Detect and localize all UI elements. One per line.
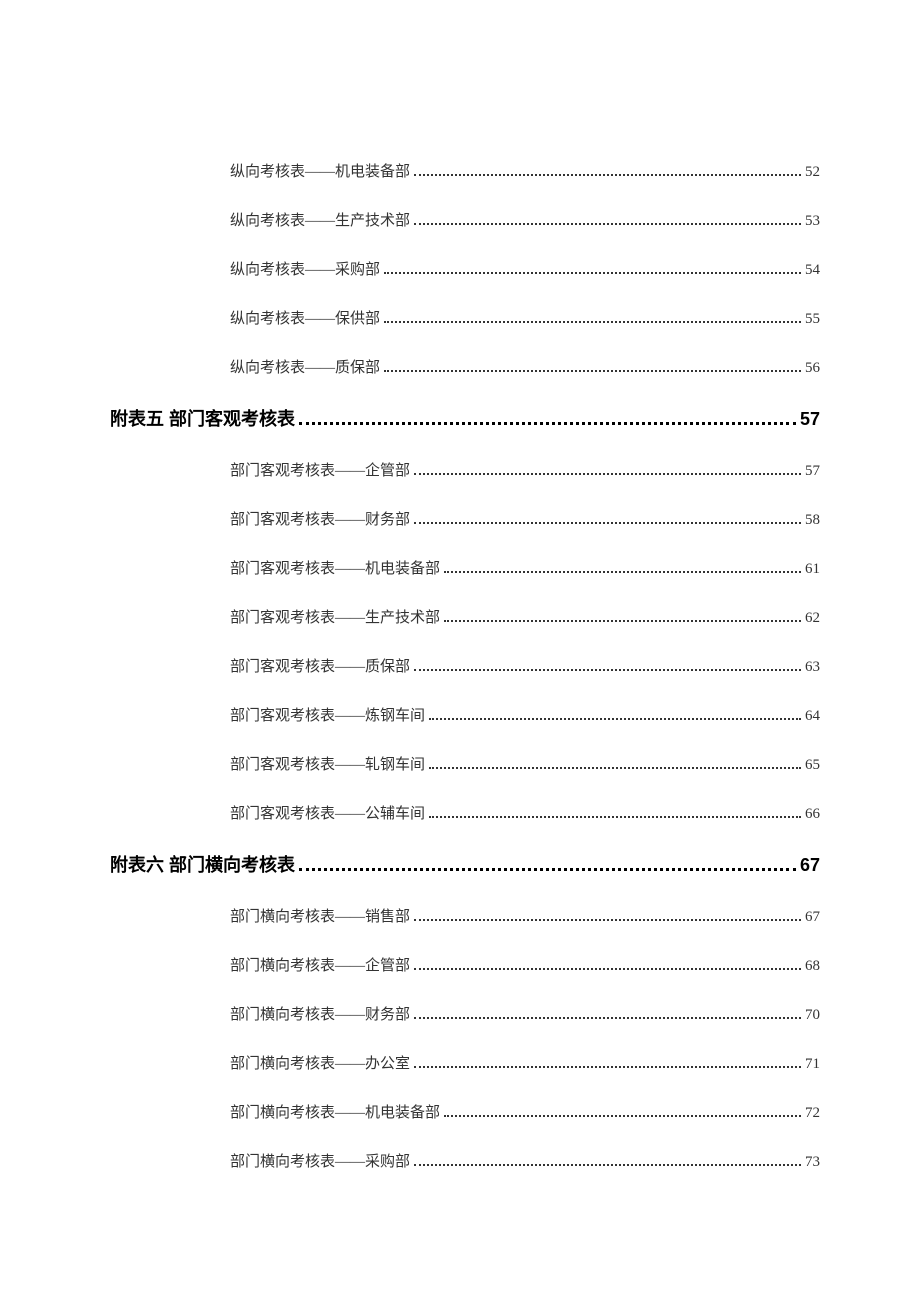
- toc-leader-dots: [414, 1164, 801, 1166]
- toc-entry-page: 64: [805, 708, 820, 725]
- toc-entry-title: 部门横向考核表——采购部: [230, 1150, 410, 1171]
- toc-entry-page: 61: [805, 561, 820, 578]
- toc-entry-title: 部门客观考核表——炼钢车间: [230, 704, 425, 725]
- toc-sub-entry: 部门客观考核表——公辅车间 66: [230, 802, 820, 823]
- toc-sub-entry: 部门客观考核表——机电装备部 61: [230, 557, 820, 578]
- toc-sub-entry: 部门客观考核表——轧钢车间 65: [230, 753, 820, 774]
- toc-sub-entry: 部门客观考核表——生产技术部 62: [230, 606, 820, 627]
- toc-entry-page: 58: [805, 512, 820, 529]
- toc-entry-title: 部门客观考核表——生产技术部: [230, 606, 440, 627]
- toc-entry-title: 纵向考核表——机电装备部: [230, 160, 410, 181]
- toc-leader-dots: [444, 1115, 801, 1117]
- toc-sub-entry: 部门横向考核表——企管部 68: [230, 954, 820, 975]
- toc-sub-entry: 部门横向考核表——财务部 70: [230, 1003, 820, 1024]
- toc-leader-dots: [299, 422, 796, 425]
- toc-entry-page: 71: [805, 1056, 820, 1073]
- toc-sub-entry: 部门横向考核表——销售部 67: [230, 905, 820, 926]
- toc-entry-page: 67: [800, 855, 820, 876]
- toc-entry-page: 62: [805, 610, 820, 627]
- toc-entry-title: 纵向考核表——生产技术部: [230, 209, 410, 230]
- toc-leader-dots: [384, 321, 801, 323]
- toc-entry-title: 纵向考核表——保供部: [230, 307, 380, 328]
- toc-entry-title: 部门横向考核表——财务部: [230, 1003, 410, 1024]
- toc-sub-entry: 纵向考核表——保供部 55: [230, 307, 820, 328]
- toc-leader-dots: [384, 272, 801, 274]
- toc-sub-entry: 纵向考核表——机电装备部 52: [230, 160, 820, 181]
- toc-sub-entry: 部门客观考核表——炼钢车间 64: [230, 704, 820, 725]
- toc-leader-dots: [414, 669, 801, 671]
- toc-leader-dots: [444, 620, 801, 622]
- toc-leader-dots: [384, 370, 801, 372]
- toc-leader-dots: [299, 868, 796, 871]
- toc-entry-page: 67: [805, 909, 820, 926]
- toc-leader-dots: [414, 919, 801, 921]
- toc-section-entry: 附表五 部门客观考核表 57: [110, 405, 820, 431]
- toc-entry-page: 52: [805, 164, 820, 181]
- toc-leader-dots: [414, 968, 801, 970]
- toc-sub-entry: 部门横向考核表——机电装备部 72: [230, 1101, 820, 1122]
- toc-leader-dots: [429, 718, 801, 720]
- toc-entry-page: 54: [805, 262, 820, 279]
- table-of-contents: 纵向考核表——机电装备部 52 纵向考核表——生产技术部 53 纵向考核表——采购部 54…: [110, 160, 820, 1171]
- toc-entry-title: 部门客观考核表——公辅车间: [230, 802, 425, 823]
- toc-leader-dots: [414, 1017, 801, 1019]
- toc-entry-page: 70: [805, 1007, 820, 1024]
- toc-entry-title: 部门横向考核表——企管部: [230, 954, 410, 975]
- toc-entry-page: 68: [805, 958, 820, 975]
- toc-entry-page: 63: [805, 659, 820, 676]
- toc-entry-title: 纵向考核表——采购部: [230, 258, 380, 279]
- toc-entry-page: 66: [805, 806, 820, 823]
- toc-entry-title: 部门客观考核表——机电装备部: [230, 557, 440, 578]
- toc-leader-dots: [414, 223, 801, 225]
- toc-entry-page: 55: [805, 311, 820, 328]
- toc-leader-dots: [414, 174, 801, 176]
- toc-entry-title: 部门横向考核表——办公室: [230, 1052, 410, 1073]
- toc-leader-dots: [414, 522, 801, 524]
- toc-leader-dots: [414, 473, 801, 475]
- toc-sub-entry: 纵向考核表——生产技术部 53: [230, 209, 820, 230]
- toc-sub-entry: 部门横向考核表——采购部 73: [230, 1150, 820, 1171]
- toc-entry-title: 部门客观考核表——轧钢车间: [230, 753, 425, 774]
- toc-entry-page: 57: [805, 463, 820, 480]
- toc-sub-entry: 部门客观考核表——企管部 57: [230, 459, 820, 480]
- toc-entry-title: 部门横向考核表——机电装备部: [230, 1101, 440, 1122]
- toc-section-entry: 附表六 部门横向考核表 67: [110, 851, 820, 877]
- toc-entry-page: 56: [805, 360, 820, 377]
- toc-entry-title: 部门客观考核表——质保部: [230, 655, 410, 676]
- toc-sub-entry: 部门客观考核表——质保部 63: [230, 655, 820, 676]
- toc-entry-page: 73: [805, 1154, 820, 1171]
- toc-leader-dots: [429, 767, 801, 769]
- toc-entry-title: 纵向考核表——质保部: [230, 356, 380, 377]
- toc-entry-title: 部门横向考核表——销售部: [230, 905, 410, 926]
- toc-entry-page: 65: [805, 757, 820, 774]
- toc-leader-dots: [414, 1066, 801, 1068]
- toc-entry-page: 53: [805, 213, 820, 230]
- toc-sub-entry: 部门横向考核表——办公室 71: [230, 1052, 820, 1073]
- toc-leader-dots: [429, 816, 801, 818]
- toc-entry-title: 附表六 部门横向考核表: [110, 851, 295, 877]
- toc-entry-title: 部门客观考核表——企管部: [230, 459, 410, 480]
- toc-sub-entry: 部门客观考核表——财务部 58: [230, 508, 820, 529]
- toc-sub-entry: 纵向考核表——采购部 54: [230, 258, 820, 279]
- toc-leader-dots: [444, 571, 801, 573]
- toc-entry-page: 57: [800, 409, 820, 430]
- toc-entry-title: 部门客观考核表——财务部: [230, 508, 410, 529]
- toc-sub-entry: 纵向考核表——质保部 56: [230, 356, 820, 377]
- toc-entry-page: 72: [805, 1105, 820, 1122]
- toc-entry-title: 附表五 部门客观考核表: [110, 405, 295, 431]
